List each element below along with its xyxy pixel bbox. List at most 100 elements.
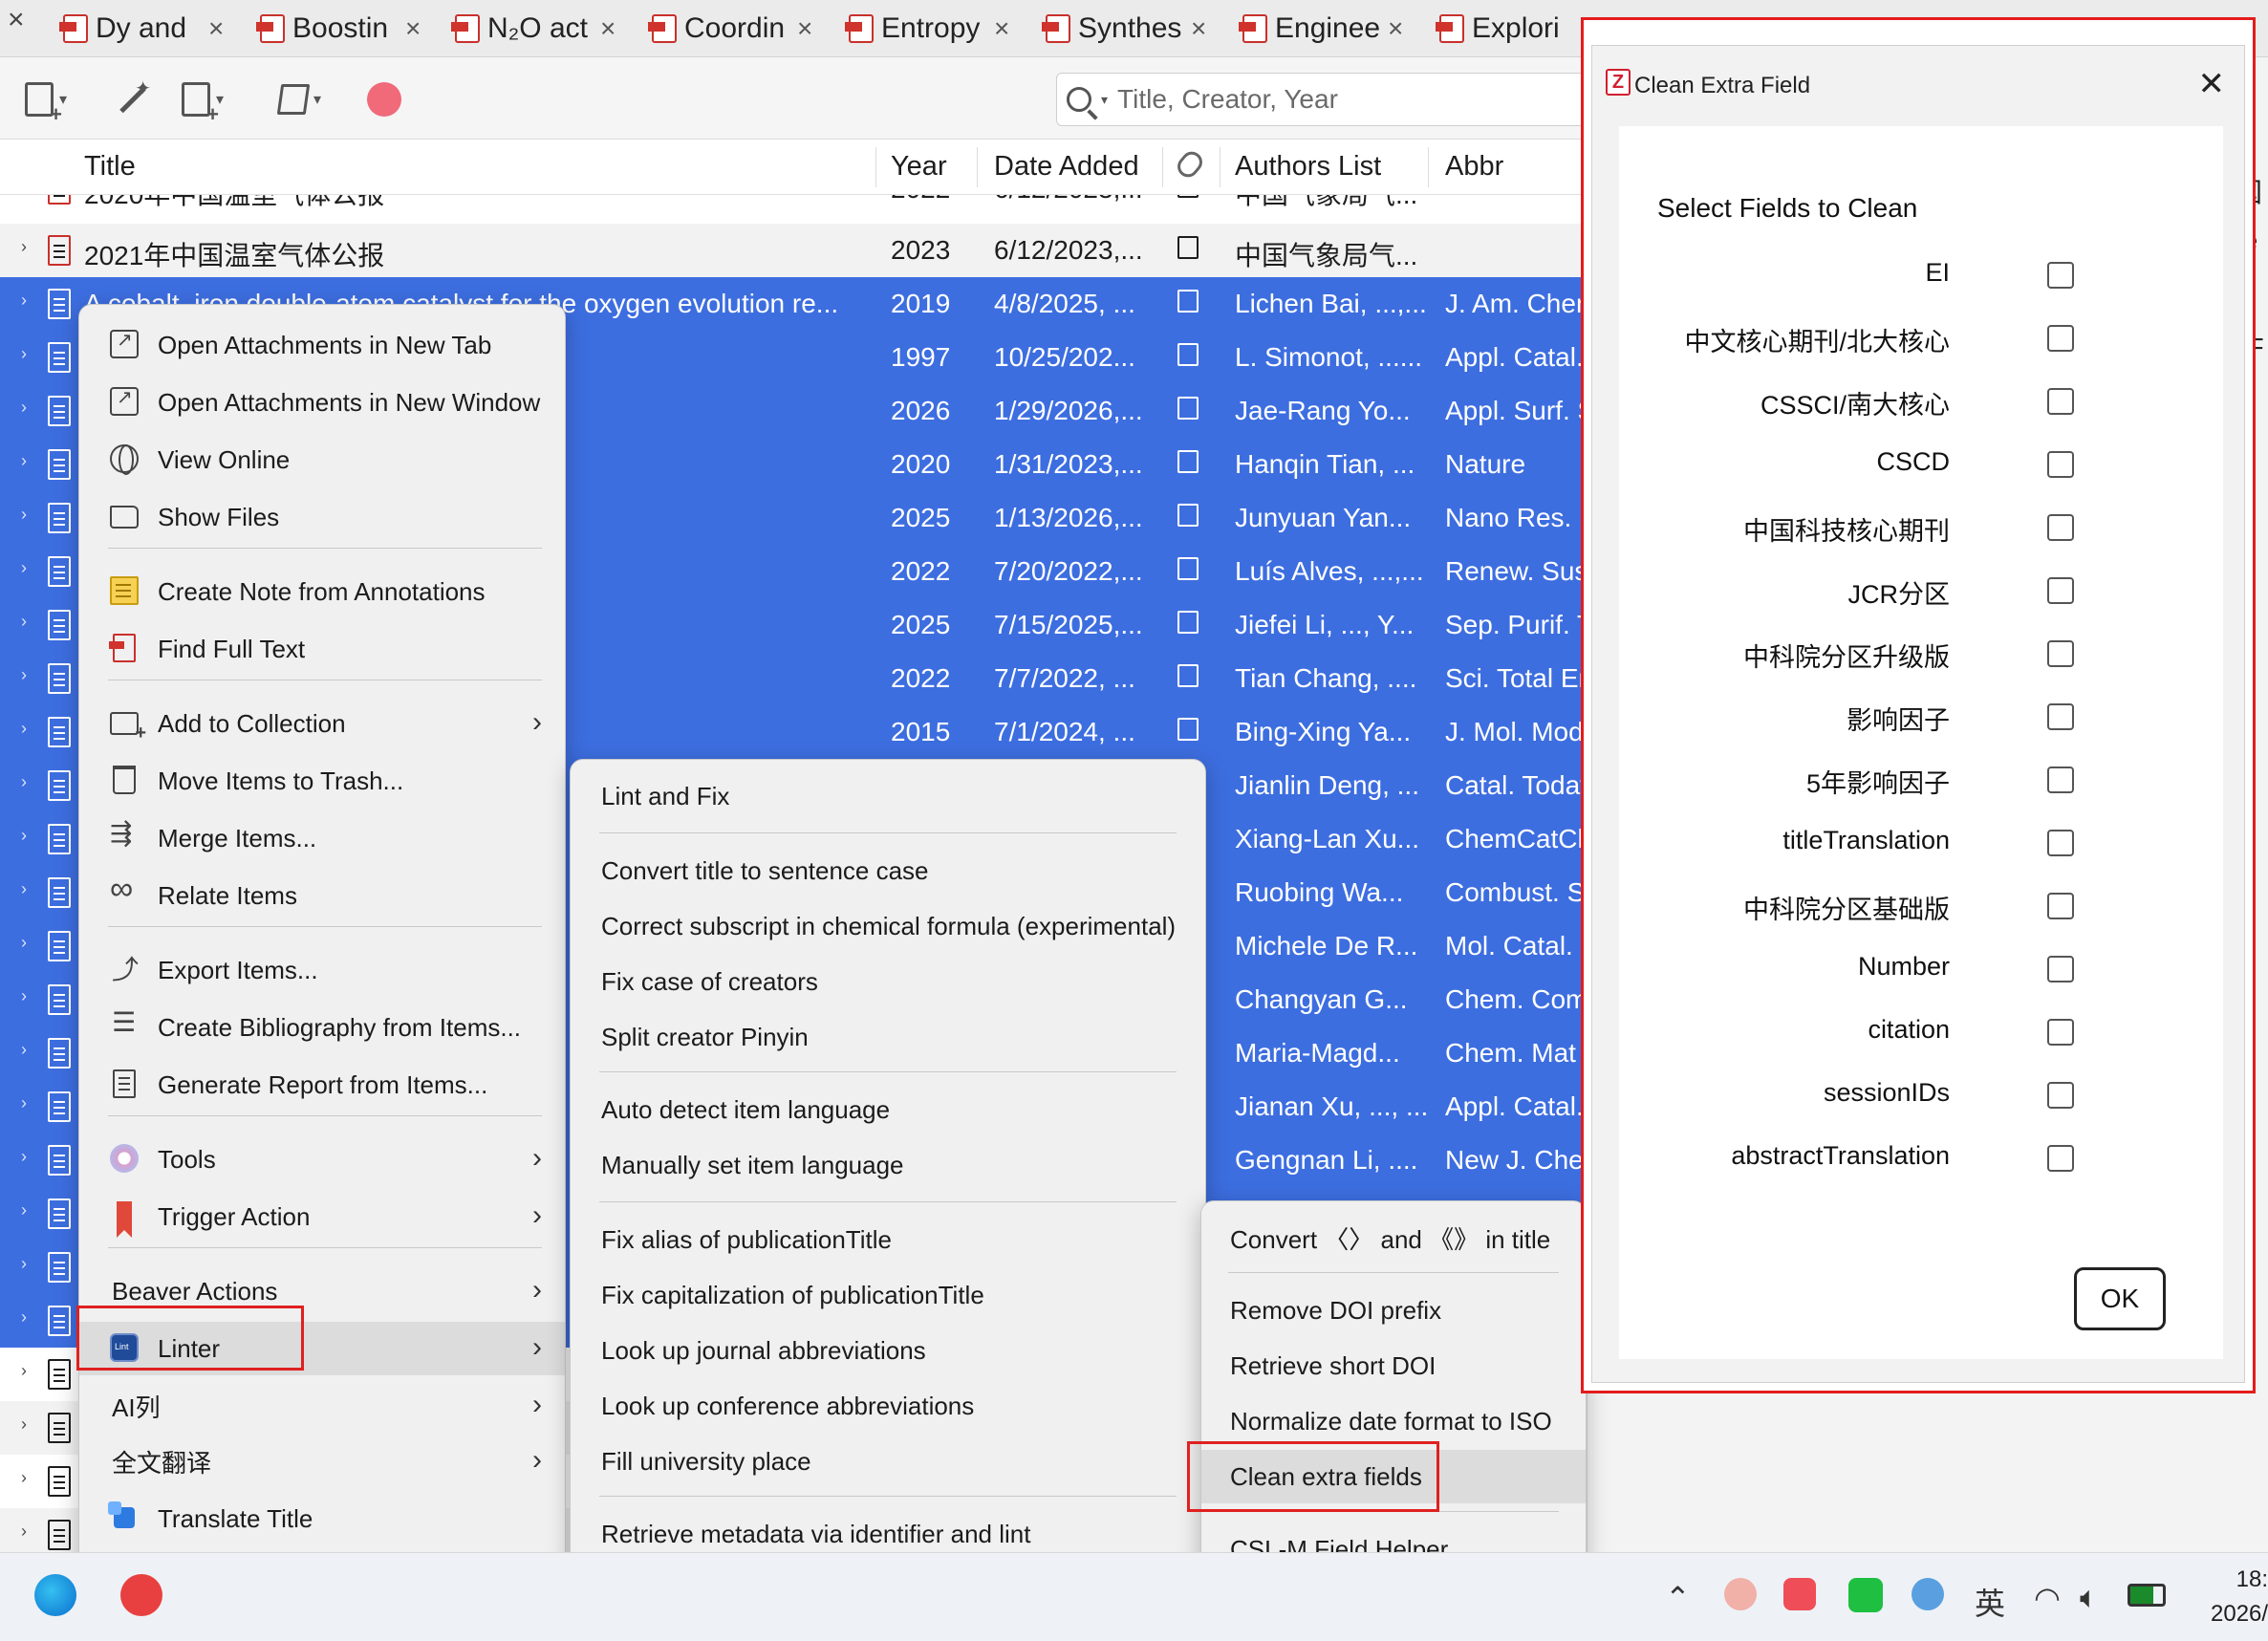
menu-item-linter-2[interactable]: Correct subscript in chemical formula (e… [571, 899, 1205, 953]
menu-item-open-attachments-new-window[interactable]: Open Attachments in New Window [79, 376, 565, 429]
menu-item-ai-column[interactable]: AI列 › [79, 1379, 565, 1433]
menu-item-linter-9[interactable]: Look up journal abbreviations [571, 1324, 1205, 1377]
chevron-up-icon[interactable]: ⌃ [1665, 1580, 1691, 1616]
column-date-added[interactable]: Date Added [994, 151, 1139, 183]
chevron-right-icon[interactable]: › [21, 195, 27, 196]
network-app-icon[interactable] [1912, 1578, 1944, 1610]
chevron-right-icon[interactable]: › [21, 772, 27, 792]
chevron-right-icon[interactable]: › [21, 719, 27, 739]
tray-app-icon[interactable] [1724, 1578, 1757, 1610]
chevron-right-icon[interactable]: › [21, 1093, 27, 1113]
column-separator[interactable] [977, 147, 978, 187]
clock[interactable]: 18: 2026/8 [2211, 1563, 2268, 1631]
column-attachments[interactable] [1173, 147, 1207, 185]
close-icon[interactable]: × [797, 13, 812, 44]
chevron-down-icon[interactable]: ▾ [1101, 92, 1108, 108]
menu-item-full-text-translate[interactable]: 全文翻译 › [79, 1435, 565, 1488]
menu-item-linter-1[interactable]: Convert title to sentence case [571, 844, 1205, 897]
menu-item-show-files[interactable]: Show Files [79, 490, 565, 544]
document-tab[interactable]: Entropy × [845, 6, 1009, 52]
menu-item-tools[interactable]: Tools › [79, 1133, 565, 1186]
chevron-right-icon[interactable]: › [21, 1414, 27, 1435]
field-checkbox[interactable] [2047, 893, 2074, 919]
chevron-right-icon[interactable]: › [21, 826, 27, 846]
attachment-icon[interactable] [1177, 663, 1206, 694]
close-icon[interactable]: × [8, 4, 25, 36]
attachment-icon[interactable] [1177, 289, 1206, 319]
ime-indicator[interactable]: 英 [1975, 1580, 2005, 1624]
chevron-right-icon[interactable]: › [21, 505, 27, 525]
menu-item-linter[interactable]: Linter › [79, 1322, 565, 1375]
close-icon[interactable]: × [994, 13, 1009, 44]
close-icon[interactable]: × [1388, 13, 1403, 44]
wifi-icon[interactable]: ◠ [2034, 1580, 2061, 1616]
field-checkbox[interactable] [2047, 577, 2074, 604]
document-tab[interactable]: Boostin × [256, 6, 421, 52]
menu-item-relate-items[interactable]: Relate Items [79, 869, 565, 922]
chevron-right-icon[interactable]: › [21, 1468, 27, 1488]
chevron-right-icon[interactable]: › [21, 1522, 27, 1542]
wechat-icon[interactable] [1848, 1578, 1883, 1612]
field-checkbox[interactable] [2047, 767, 2074, 793]
field-checkbox[interactable] [2047, 640, 2074, 667]
chevron-right-icon[interactable]: › [21, 291, 27, 311]
menu-item-merge-items[interactable]: Merge Items... [79, 811, 565, 865]
chevron-right-icon[interactable]: › [21, 558, 27, 578]
chevron-right-icon[interactable]: › [21, 1361, 27, 1381]
field-checkbox[interactable] [2047, 388, 2074, 415]
field-checkbox[interactable] [2047, 514, 2074, 541]
close-icon[interactable]: × [208, 13, 224, 44]
close-icon[interactable]: × [600, 13, 616, 44]
menu-item-create-bibliography[interactable]: Create Bibliography from Items... [79, 1001, 565, 1054]
attachment-icon[interactable] [1177, 342, 1206, 373]
new-note-button[interactable]: ▾ [276, 78, 321, 120]
attachment-icon[interactable] [1177, 449, 1206, 480]
chevron-right-icon[interactable]: › [21, 344, 27, 364]
field-checkbox[interactable] [2047, 703, 2074, 730]
chevron-right-icon[interactable]: › [21, 879, 27, 899]
menu-item-move-items-to-trash[interactable]: Move Items to Trash... [79, 754, 565, 808]
plugin-button[interactable] [367, 78, 401, 120]
field-checkbox[interactable] [2047, 1019, 2074, 1046]
menu-item-open-attachments-new-tab[interactable]: Open Attachments in New Tab [79, 318, 565, 372]
menu-item-linter-4[interactable]: Split creator Pinyin [571, 1010, 1205, 1064]
chevron-right-icon[interactable]: › [21, 1254, 27, 1274]
field-checkbox[interactable] [2047, 451, 2074, 478]
volume-icon[interactable]: 🔈︎ [2080, 1580, 2098, 1616]
column-abbr[interactable]: Abbr [1445, 151, 1503, 183]
chevron-right-icon[interactable]: › [21, 1307, 27, 1328]
menu-item-other-tools-1[interactable]: Remove DOI prefix [1201, 1284, 1586, 1337]
document-tab[interactable]: Coordin × [648, 6, 812, 52]
chevron-right-icon[interactable]: › [21, 612, 27, 632]
column-year[interactable]: Year [891, 151, 947, 183]
column-separator[interactable] [1428, 147, 1429, 187]
field-checkbox[interactable] [2047, 956, 2074, 982]
edge-browser-icon[interactable] [34, 1574, 76, 1616]
chevron-right-icon[interactable]: › [21, 451, 27, 471]
menu-item-trigger-action[interactable]: Trigger Action › [79, 1190, 565, 1243]
menu-item-linter-11[interactable]: Fill university place [571, 1435, 1205, 1488]
document-tab[interactable]: Synthes × [1042, 6, 1206, 52]
field-checkbox[interactable] [2047, 262, 2074, 289]
document-tab[interactable]: Enginee × [1239, 6, 1403, 52]
chevron-right-icon[interactable]: › [21, 398, 27, 418]
close-icon[interactable]: ✕ [2198, 65, 2226, 103]
battery-icon[interactable] [2128, 1584, 2166, 1607]
document-tab[interactable]: Explori [1436, 6, 1577, 52]
column-title[interactable]: Title [84, 151, 136, 183]
menu-item-find-full-text[interactable]: Find Full Text [79, 622, 565, 676]
menu-item-beaver-actions[interactable]: Beaver Actions › [79, 1264, 565, 1318]
field-checkbox[interactable] [2047, 1082, 2074, 1109]
document-tab[interactable]: Dy and × [59, 6, 224, 52]
attachment-icon[interactable] [1177, 503, 1206, 533]
menu-item-other-tools-0[interactable]: Convert 〈〉 and 《》 in title [1201, 1211, 1586, 1264]
menu-item-linter-7[interactable]: Fix alias of publicationTitle [571, 1213, 1205, 1266]
table-row[interactable]: › 2021年中国温室气体公报 2023 6/12/2023,... 中国气象局气... [0, 224, 1587, 277]
menu-item-linter-5[interactable]: Auto detect item language [571, 1083, 1205, 1136]
chevron-right-icon[interactable]: › [21, 986, 27, 1006]
chevron-right-icon[interactable]: › [21, 665, 27, 685]
close-icon[interactable]: × [1191, 13, 1206, 44]
close-icon[interactable]: × [405, 13, 421, 44]
field-checkbox[interactable] [2047, 1145, 2074, 1172]
chevron-right-icon[interactable]: › [21, 1147, 27, 1167]
